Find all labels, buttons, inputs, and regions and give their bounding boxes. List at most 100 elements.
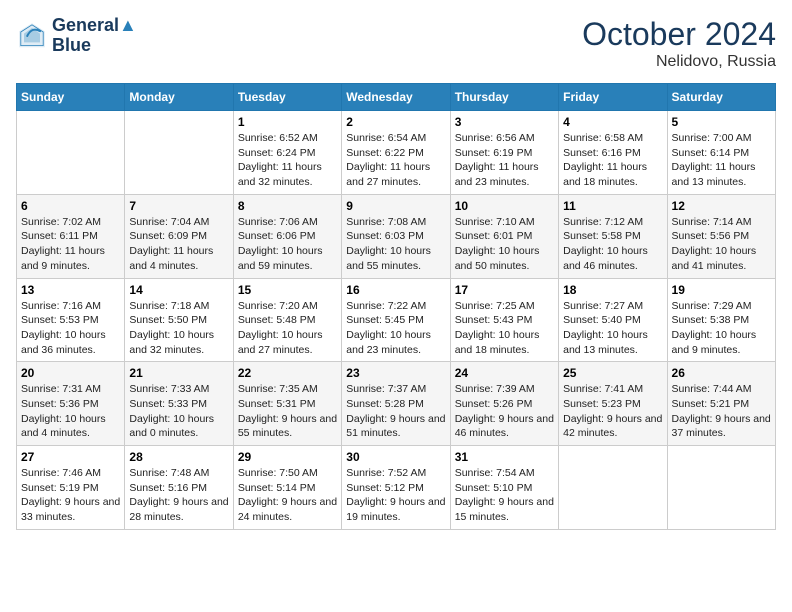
day-number: 20 (21, 366, 120, 380)
day-info: Sunrise: 7:33 AM Sunset: 5:33 PM Dayligh… (129, 382, 228, 441)
day-info: Sunrise: 7:02 AM Sunset: 6:11 PM Dayligh… (21, 215, 120, 274)
calendar-cell: 12 Sunrise: 7:14 AM Sunset: 5:56 PM Dayl… (667, 194, 775, 278)
day-info: Sunrise: 7:12 AM Sunset: 5:58 PM Dayligh… (563, 215, 662, 274)
calendar-body: 1 Sunrise: 6:52 AM Sunset: 6:24 PM Dayli… (17, 111, 776, 530)
calendar-cell: 13 Sunrise: 7:16 AM Sunset: 5:53 PM Dayl… (17, 278, 125, 362)
day-number: 25 (563, 366, 662, 380)
logo-text: General▲ Blue (52, 16, 137, 56)
day-info: Sunrise: 7:31 AM Sunset: 5:36 PM Dayligh… (21, 382, 120, 441)
day-info: Sunrise: 7:20 AM Sunset: 5:48 PM Dayligh… (238, 299, 337, 358)
calendar-cell: 19 Sunrise: 7:29 AM Sunset: 5:38 PM Dayl… (667, 278, 775, 362)
day-number: 26 (672, 366, 771, 380)
calendar-week-row: 27 Sunrise: 7:46 AM Sunset: 5:19 PM Dayl… (17, 446, 776, 530)
calendar-cell (125, 111, 233, 195)
day-number: 12 (672, 199, 771, 213)
calendar-week-row: 6 Sunrise: 7:02 AM Sunset: 6:11 PM Dayli… (17, 194, 776, 278)
day-number: 16 (346, 283, 445, 297)
calendar-cell (667, 446, 775, 530)
day-info: Sunrise: 7:44 AM Sunset: 5:21 PM Dayligh… (672, 382, 771, 441)
day-number: 5 (672, 115, 771, 129)
day-info: Sunrise: 7:46 AM Sunset: 5:19 PM Dayligh… (21, 466, 120, 525)
day-info: Sunrise: 7:16 AM Sunset: 5:53 PM Dayligh… (21, 299, 120, 358)
day-info: Sunrise: 6:56 AM Sunset: 6:19 PM Dayligh… (455, 131, 554, 190)
day-info: Sunrise: 7:06 AM Sunset: 6:06 PM Dayligh… (238, 215, 337, 274)
calendar-cell: 4 Sunrise: 6:58 AM Sunset: 6:16 PM Dayli… (559, 111, 667, 195)
day-number: 22 (238, 366, 337, 380)
day-number: 21 (129, 366, 228, 380)
day-info: Sunrise: 7:14 AM Sunset: 5:56 PM Dayligh… (672, 215, 771, 274)
month-title: October 2024 (582, 16, 776, 53)
day-info: Sunrise: 7:08 AM Sunset: 6:03 PM Dayligh… (346, 215, 445, 274)
location: Nelidovo, Russia (582, 53, 776, 71)
calendar-cell: 15 Sunrise: 7:20 AM Sunset: 5:48 PM Dayl… (233, 278, 341, 362)
calendar-cell: 11 Sunrise: 7:12 AM Sunset: 5:58 PM Dayl… (559, 194, 667, 278)
calendar-table: SundayMondayTuesdayWednesdayThursdayFrid… (16, 83, 776, 530)
page-header: General▲ Blue October 2024 Nelidovo, Rus… (16, 16, 776, 71)
calendar-cell: 7 Sunrise: 7:04 AM Sunset: 6:09 PM Dayli… (125, 194, 233, 278)
calendar-cell: 22 Sunrise: 7:35 AM Sunset: 5:31 PM Dayl… (233, 362, 341, 446)
day-number: 1 (238, 115, 337, 129)
calendar-week-row: 20 Sunrise: 7:31 AM Sunset: 5:36 PM Dayl… (17, 362, 776, 446)
calendar-cell: 1 Sunrise: 6:52 AM Sunset: 6:24 PM Dayli… (233, 111, 341, 195)
calendar-week-row: 13 Sunrise: 7:16 AM Sunset: 5:53 PM Dayl… (17, 278, 776, 362)
calendar-cell: 23 Sunrise: 7:37 AM Sunset: 5:28 PM Dayl… (342, 362, 450, 446)
weekday-header: Sunday (17, 84, 125, 111)
day-number: 8 (238, 199, 337, 213)
calendar-cell: 20 Sunrise: 7:31 AM Sunset: 5:36 PM Dayl… (17, 362, 125, 446)
day-info: Sunrise: 7:37 AM Sunset: 5:28 PM Dayligh… (346, 382, 445, 441)
calendar-cell: 10 Sunrise: 7:10 AM Sunset: 6:01 PM Dayl… (450, 194, 558, 278)
weekday-header: Tuesday (233, 84, 341, 111)
day-info: Sunrise: 7:25 AM Sunset: 5:43 PM Dayligh… (455, 299, 554, 358)
calendar-cell: 28 Sunrise: 7:48 AM Sunset: 5:16 PM Dayl… (125, 446, 233, 530)
day-number: 19 (672, 283, 771, 297)
logo: General▲ Blue (16, 16, 137, 56)
day-info: Sunrise: 6:58 AM Sunset: 6:16 PM Dayligh… (563, 131, 662, 190)
day-number: 4 (563, 115, 662, 129)
day-number: 27 (21, 450, 120, 464)
weekday-header: Thursday (450, 84, 558, 111)
calendar-cell: 29 Sunrise: 7:50 AM Sunset: 5:14 PM Dayl… (233, 446, 341, 530)
calendar-cell: 9 Sunrise: 7:08 AM Sunset: 6:03 PM Dayli… (342, 194, 450, 278)
day-info: Sunrise: 7:00 AM Sunset: 6:14 PM Dayligh… (672, 131, 771, 190)
day-info: Sunrise: 7:41 AM Sunset: 5:23 PM Dayligh… (563, 382, 662, 441)
day-number: 13 (21, 283, 120, 297)
weekday-header: Saturday (667, 84, 775, 111)
calendar-cell: 14 Sunrise: 7:18 AM Sunset: 5:50 PM Dayl… (125, 278, 233, 362)
day-info: Sunrise: 6:52 AM Sunset: 6:24 PM Dayligh… (238, 131, 337, 190)
calendar-cell: 18 Sunrise: 7:27 AM Sunset: 5:40 PM Dayl… (559, 278, 667, 362)
day-number: 3 (455, 115, 554, 129)
calendar-cell (559, 446, 667, 530)
day-number: 30 (346, 450, 445, 464)
day-number: 11 (563, 199, 662, 213)
day-number: 2 (346, 115, 445, 129)
weekday-header-row: SundayMondayTuesdayWednesdayThursdayFrid… (17, 84, 776, 111)
calendar-cell: 25 Sunrise: 7:41 AM Sunset: 5:23 PM Dayl… (559, 362, 667, 446)
calendar-cell: 6 Sunrise: 7:02 AM Sunset: 6:11 PM Dayli… (17, 194, 125, 278)
day-info: Sunrise: 7:50 AM Sunset: 5:14 PM Dayligh… (238, 466, 337, 525)
day-info: Sunrise: 7:04 AM Sunset: 6:09 PM Dayligh… (129, 215, 228, 274)
calendar-week-row: 1 Sunrise: 6:52 AM Sunset: 6:24 PM Dayli… (17, 111, 776, 195)
day-info: Sunrise: 7:18 AM Sunset: 5:50 PM Dayligh… (129, 299, 228, 358)
day-info: Sunrise: 7:39 AM Sunset: 5:26 PM Dayligh… (455, 382, 554, 441)
day-info: Sunrise: 7:27 AM Sunset: 5:40 PM Dayligh… (563, 299, 662, 358)
calendar-cell: 17 Sunrise: 7:25 AM Sunset: 5:43 PM Dayl… (450, 278, 558, 362)
day-number: 29 (238, 450, 337, 464)
calendar-cell: 31 Sunrise: 7:54 AM Sunset: 5:10 PM Dayl… (450, 446, 558, 530)
weekday-header: Wednesday (342, 84, 450, 111)
calendar-cell: 3 Sunrise: 6:56 AM Sunset: 6:19 PM Dayli… (450, 111, 558, 195)
day-number: 23 (346, 366, 445, 380)
weekday-header: Friday (559, 84, 667, 111)
calendar-header: SundayMondayTuesdayWednesdayThursdayFrid… (17, 84, 776, 111)
title-block: October 2024 Nelidovo, Russia (582, 16, 776, 71)
day-number: 14 (129, 283, 228, 297)
calendar-cell: 24 Sunrise: 7:39 AM Sunset: 5:26 PM Dayl… (450, 362, 558, 446)
day-info: Sunrise: 7:54 AM Sunset: 5:10 PM Dayligh… (455, 466, 554, 525)
calendar-cell: 16 Sunrise: 7:22 AM Sunset: 5:45 PM Dayl… (342, 278, 450, 362)
day-number: 28 (129, 450, 228, 464)
day-info: Sunrise: 7:35 AM Sunset: 5:31 PM Dayligh… (238, 382, 337, 441)
day-number: 6 (21, 199, 120, 213)
day-number: 31 (455, 450, 554, 464)
calendar-cell: 5 Sunrise: 7:00 AM Sunset: 6:14 PM Dayli… (667, 111, 775, 195)
calendar-cell: 21 Sunrise: 7:33 AM Sunset: 5:33 PM Dayl… (125, 362, 233, 446)
calendar-cell: 2 Sunrise: 6:54 AM Sunset: 6:22 PM Dayli… (342, 111, 450, 195)
